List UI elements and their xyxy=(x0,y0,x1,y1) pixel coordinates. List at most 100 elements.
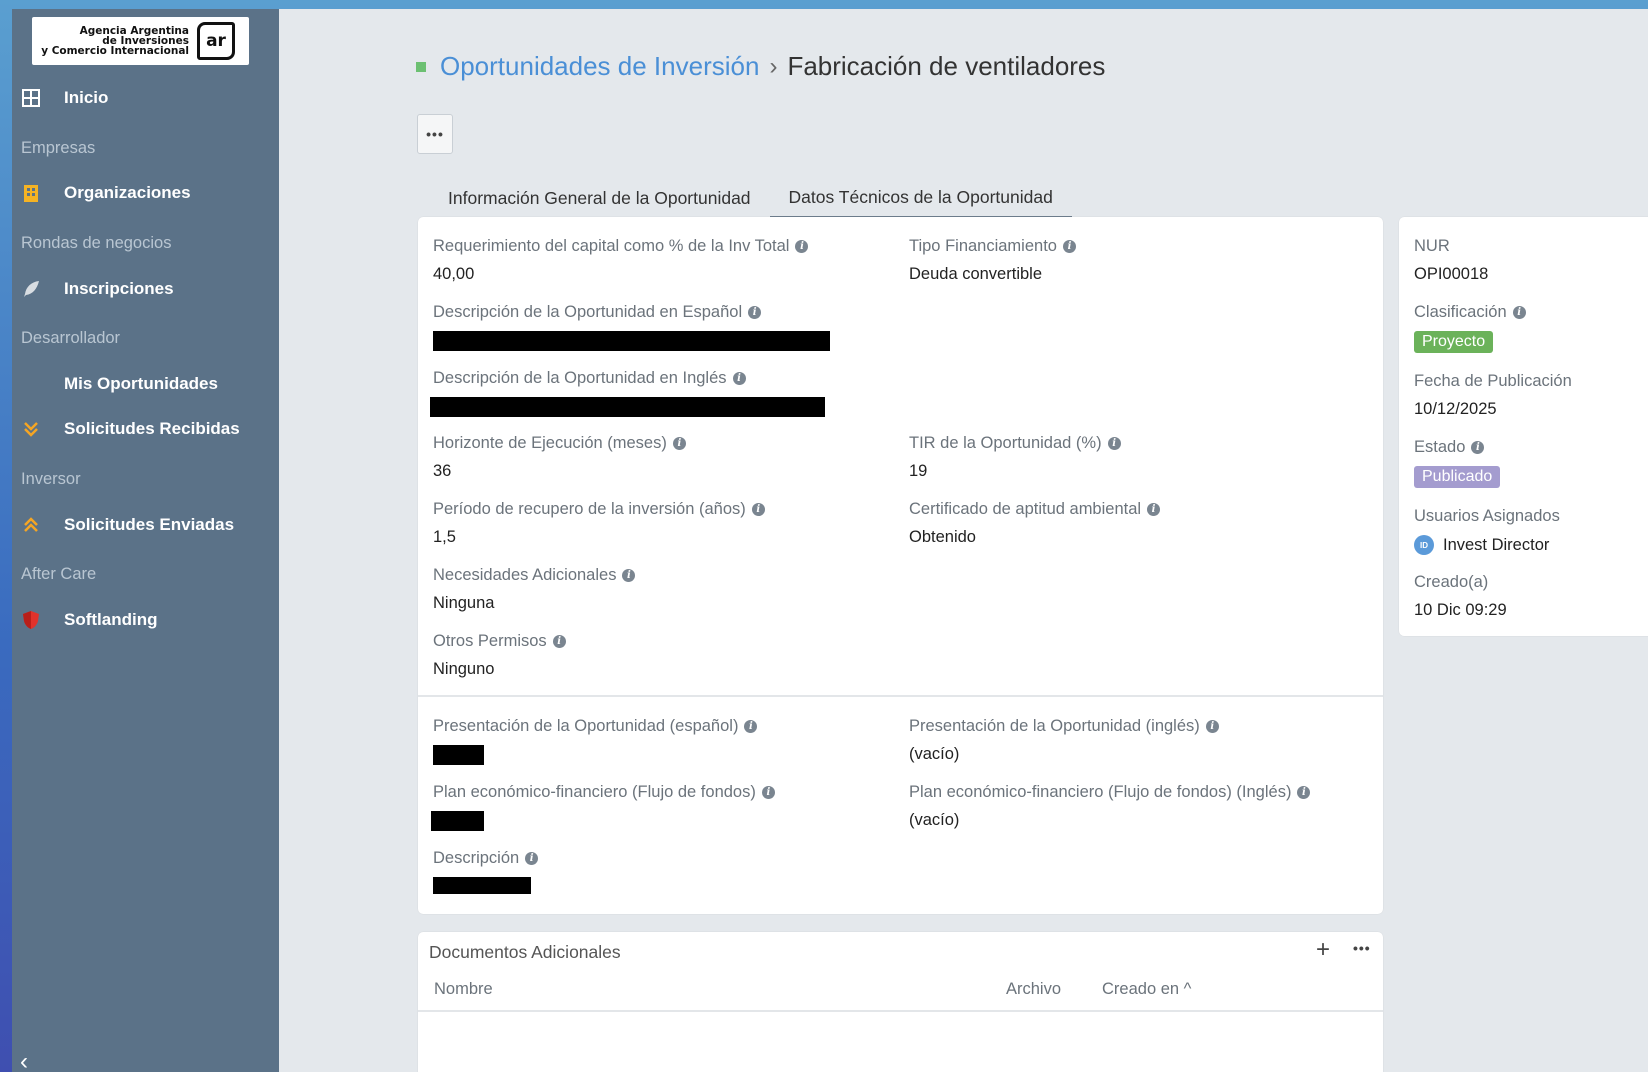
sidebar-item-solicitudes-enviadas[interactable]: Solicitudes Enviadas xyxy=(12,505,279,545)
info-icon[interactable]: i xyxy=(1512,306,1526,319)
info-icon[interactable]: i xyxy=(552,635,566,648)
tab-informacion-general[interactable]: Información General de la Oportunidad xyxy=(429,179,770,217)
field-label: Descripción de la Oportunidad en Español xyxy=(433,303,743,321)
field-necesidades: Necesidades Adicionales i Ninguna xyxy=(433,566,636,613)
double-chevron-up-icon xyxy=(20,514,42,536)
grid-icon xyxy=(20,87,42,109)
field-fecha-publicacion: Fecha de Publicación 10/12/2025 xyxy=(1414,372,1572,419)
sidebar-item-label: Solicitudes Enviadas xyxy=(64,515,235,534)
field-usuarios-asignados: Usuarios Asignados ID Invest Director xyxy=(1414,507,1560,555)
breadcrumb: Oportunidades de Inversión › Fabricación… xyxy=(416,51,1105,82)
app-window: Agencia Argentina de Inversiones y Comer… xyxy=(12,9,1648,1072)
tab-datos-tecnicos[interactable]: Datos Técnicos de la Oportunidad xyxy=(769,179,1072,219)
field-plan-financiero: Plan económico-financiero (Flujo de fond… xyxy=(431,783,775,831)
info-icon[interactable]: i xyxy=(761,786,775,799)
sidebar-item-mis-oportunidades[interactable]: Mis Oportunidades xyxy=(12,364,279,404)
field-otros-permisos: Otros Permisos i Ninguno xyxy=(433,632,566,679)
field-plan-financiero-en: Plan económico-financiero (Flujo de fond… xyxy=(909,783,1311,830)
section-desarrollador: Desarrollador xyxy=(21,329,121,347)
field-value: 10/12/2025 xyxy=(1414,400,1497,418)
sidebar-item-label: Softlanding xyxy=(64,610,158,629)
sidebar-item-organizaciones[interactable]: Organizaciones xyxy=(12,173,279,213)
info-icon[interactable]: i xyxy=(672,437,686,450)
column-header-nombre[interactable]: Nombre xyxy=(434,980,493,999)
table-header-divider xyxy=(418,1010,1383,1012)
redacted-file-link[interactable] xyxy=(431,811,484,831)
user-name: Invest Director xyxy=(1443,535,1550,554)
summary-card: NUR OPI00018 Clasificación i Proyecto Fec… xyxy=(1399,217,1648,636)
info-icon[interactable]: i xyxy=(525,852,539,865)
field-label: Descripción de la Oportunidad en Inglés xyxy=(433,369,727,387)
field-label: Necesidades Adicionales xyxy=(433,566,617,584)
field-label: Estado xyxy=(1414,438,1466,456)
field-value: Obtenido xyxy=(909,528,976,546)
sidebar-item-label: Inscripciones xyxy=(64,279,174,298)
column-header-archivo[interactable]: Archivo xyxy=(1006,980,1061,999)
more-actions-button[interactable]: ••• xyxy=(417,114,453,154)
field-label: Plan económico-financiero (Flujo de fond… xyxy=(909,783,1292,801)
section-empresas: Empresas xyxy=(21,139,96,157)
info-icon[interactable]: i xyxy=(795,240,809,253)
info-icon[interactable]: i xyxy=(1107,437,1121,450)
field-estado: Estado i Publicado xyxy=(1414,438,1501,488)
breadcrumb-marker xyxy=(416,61,426,72)
sidebar-item-inicio[interactable]: Inicio xyxy=(12,78,279,118)
field-horizonte: Horizonte de Ejecución (meses) i 36 xyxy=(433,434,686,481)
status-badge: Publicado xyxy=(1414,466,1501,488)
field-presentacion-en: Presentación de la Oportunidad (inglés) i… xyxy=(909,717,1219,764)
field-value: (vacío) xyxy=(909,811,960,829)
info-icon[interactable]: i xyxy=(748,306,762,319)
info-icon[interactable]: i xyxy=(1471,441,1485,454)
info-icon[interactable]: i xyxy=(1205,720,1219,733)
field-value: 10 Dic 09:29 xyxy=(1414,601,1507,619)
field-value: 1,5 xyxy=(433,528,456,546)
breadcrumb-parent-link[interactable]: Oportunidades de Inversión xyxy=(440,51,759,82)
documents-more-button[interactable]: ••• xyxy=(1353,940,1371,956)
section-after-care: After Care xyxy=(21,565,97,583)
field-creado: Creado(a) 10 Dic 09:29 xyxy=(1414,573,1507,620)
technical-data-card: Requerimiento del capital como % de la I… xyxy=(418,217,1383,914)
field-label: Descripción xyxy=(433,849,520,867)
field-label: Tipo Financiamiento xyxy=(909,237,1057,255)
field-label: Otros Permisos xyxy=(433,632,547,650)
field-label: Creado(a) xyxy=(1414,573,1489,591)
sidebar-item-label: Inicio xyxy=(64,88,109,107)
sidebar-item-inscripciones[interactable]: Inscripciones xyxy=(12,269,279,309)
sidebar-item-label: Organizaciones xyxy=(64,183,191,202)
additional-documents-card: Documentos Adicionales + ••• Nombre Arch… xyxy=(418,932,1383,1072)
field-certificado: Certificado de aptitud ambiental i Obteni… xyxy=(909,500,1161,547)
info-icon[interactable]: i xyxy=(622,569,636,582)
redacted-file-link[interactable] xyxy=(433,745,484,765)
section-divider xyxy=(418,695,1383,697)
collapse-sidebar-icon[interactable]: ‹ xyxy=(20,1048,28,1072)
field-label: Horizonte de Ejecución (meses) xyxy=(433,434,667,452)
field-label: Presentación de la Oportunidad (español) xyxy=(433,717,739,735)
redacted-value xyxy=(433,877,531,894)
info-icon[interactable]: i xyxy=(732,372,746,385)
info-icon[interactable]: i xyxy=(1062,240,1076,253)
agency-logo[interactable]: Agencia Argentina de Inversiones y Comer… xyxy=(32,17,249,65)
sidebar: Agencia Argentina de Inversiones y Comer… xyxy=(12,9,279,1072)
tab-bar: Información General de la Oportunidad Da… xyxy=(429,179,1072,219)
info-icon[interactable]: i xyxy=(1147,503,1161,516)
field-capital: Requerimiento del capital como % de la I… xyxy=(433,237,809,284)
column-header-creado[interactable]: Creado en ^ xyxy=(1102,980,1191,999)
sidebar-item-solicitudes-recibidas[interactable]: Solicitudes Recibidas xyxy=(12,409,279,449)
field-label: NUR xyxy=(1414,237,1450,255)
sidebar-item-softlanding[interactable]: Softlanding xyxy=(12,600,279,640)
info-icon[interactable]: i xyxy=(744,720,758,733)
section-inversor: Inversor xyxy=(21,470,81,488)
section-title: Documentos Adicionales xyxy=(429,942,621,962)
redacted-value xyxy=(433,331,830,351)
page-title: Fabricación de ventiladores xyxy=(787,51,1106,81)
assigned-user[interactable]: ID Invest Director xyxy=(1414,535,1560,555)
field-label: Fecha de Publicación xyxy=(1414,372,1572,390)
field-presentacion-es: Presentación de la Oportunidad (español)… xyxy=(433,717,758,765)
classification-badge: Proyecto xyxy=(1414,331,1494,353)
logo-badge: ar xyxy=(197,22,235,60)
field-label: Certificado de aptitud ambiental xyxy=(909,500,1142,518)
info-icon[interactable]: i xyxy=(751,503,765,516)
add-document-button[interactable]: + xyxy=(1316,936,1330,964)
breadcrumb-separator: › xyxy=(769,52,778,80)
info-icon[interactable]: i xyxy=(1297,786,1311,799)
